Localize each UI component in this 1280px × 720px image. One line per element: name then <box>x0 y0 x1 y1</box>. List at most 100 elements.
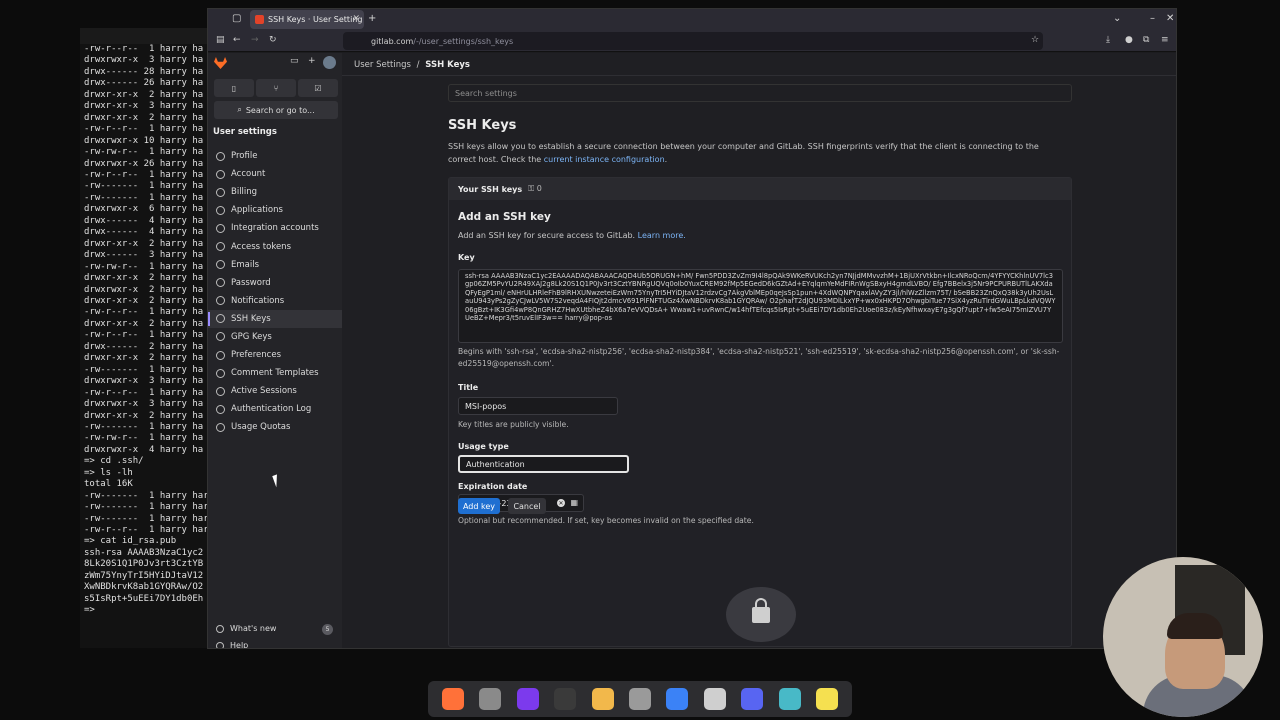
sidebar-item-profile[interactable]: Profile <box>208 147 342 165</box>
whats-new-link[interactable]: What's new <box>216 624 276 633</box>
terminal-line: -rw-rw-r-- 1 harry ha <box>84 433 204 444</box>
terminal-line: drwx------ 2 harry ha <box>84 341 204 352</box>
account-icon[interactable]: ● <box>1125 35 1133 45</box>
issues-shortcut-icon[interactable]: ▯ <box>214 79 254 97</box>
sidebar-item-icon <box>216 242 225 252</box>
back-icon[interactable]: ← <box>233 35 241 45</box>
terminal-line: drwxr-xr-x 2 harry ha <box>84 318 204 329</box>
terminal-line: -rw------- 1 harry har <box>84 490 209 501</box>
learn-more-link[interactable]: Learn more. <box>638 231 686 240</box>
folder-icon[interactable] <box>591 688 614 710</box>
search-go-to-button[interactable]: ⌕ Search or go to... <box>214 101 338 119</box>
sidebar-item-integration-accounts[interactable]: Integration accounts <box>208 219 342 237</box>
sidebar-item-authentication-log[interactable]: Authentication Log <box>208 400 342 418</box>
discord-icon[interactable] <box>741 688 764 710</box>
whats-new-label: What's new <box>230 624 277 633</box>
clear-date-icon[interactable]: ✕ <box>557 499 565 507</box>
sidebar-item-billing[interactable]: Billing <box>208 183 342 201</box>
sidebar-item-icon <box>216 314 225 324</box>
terminal-line: drwxr-xr-x 3 harry ha <box>84 101 204 112</box>
text-editor-icon[interactable] <box>816 688 839 710</box>
terminal-titlebar[interactable] <box>80 28 210 44</box>
close-tab-icon[interactable]: ✕ <box>352 14 360 24</box>
sidebar-item-label: Billing <box>231 187 258 198</box>
key-textarea[interactable]: ssh-rsa AAAAB3NzaC1yc2EAAAADAQABAAACAQD4… <box>458 269 1063 343</box>
sidebar-item-preferences[interactable]: Preferences <box>208 346 342 364</box>
terminal-line: drwxr-xr-x 2 harry ha <box>84 89 204 100</box>
instance-config-link[interactable]: current instance configuration <box>544 155 665 164</box>
breadcrumb-user-settings[interactable]: User Settings <box>354 60 411 70</box>
files-icon[interactable] <box>479 688 502 710</box>
sidebar-item-active-sessions[interactable]: Active Sessions <box>208 382 342 400</box>
new-tab-icon[interactable]: + <box>368 13 376 24</box>
sidebar-item-label: Emails <box>231 259 260 270</box>
editor-icon[interactable] <box>666 688 689 710</box>
terminal-window[interactable]: -rw-r--r-- 1 harry ha drwxrwxr-x 3 harry … <box>80 28 210 648</box>
sidebar-item-icon <box>216 404 225 414</box>
search-icon: ⌕ <box>237 105 242 114</box>
sidebar-item-access-tokens[interactable]: Access tokens <box>208 237 342 255</box>
breadcrumb-ssh-keys[interactable]: SSH Keys <box>425 60 470 70</box>
sidebar-item-ssh-keys[interactable]: SSH Keys <box>208 309 342 328</box>
sidebar-item-usage-quotas[interactable]: Usage Quotas <box>208 418 342 436</box>
sidebar-item-emails[interactable]: Emails <box>208 256 342 274</box>
sidebar-item-icon <box>216 205 225 215</box>
terminal-icon[interactable] <box>554 688 577 710</box>
todo-shortcut-icon[interactable]: ☑ <box>298 79 338 97</box>
sidebar-item-icon <box>216 422 225 432</box>
terminal-line: -rw------- 1 harry ha <box>84 364 204 375</box>
menu-icon[interactable]: ≡ <box>1161 35 1169 45</box>
terminal-line: XwNBDkrvK8ab1GYQRAw/O2 <box>84 582 204 593</box>
sidebar-item-icon <box>216 223 225 233</box>
forward-icon[interactable]: → <box>251 35 259 45</box>
url-host: gitlab.com <box>371 36 414 46</box>
key-label: Key <box>458 253 475 262</box>
usage-type-label: Usage type <box>458 442 509 451</box>
collapse-sidebar-icon[interactable]: ▭ <box>290 56 299 66</box>
user-avatar[interactable] <box>323 56 336 69</box>
app-grid-icon[interactable] <box>778 688 801 710</box>
sidebar-item-label: Account <box>231 169 266 180</box>
bookmark-star-icon[interactable]: ☆ <box>1031 35 1039 45</box>
tab-overflow-chevron-icon[interactable]: ⌄ <box>1113 13 1121 24</box>
usage-type-select[interactable]: Authentication <box>458 455 629 473</box>
tab-ssh-keys[interactable]: SSH Keys · User Setting ✕ <box>250 10 364 29</box>
create-new-icon[interactable]: + <box>308 56 316 66</box>
terminal-line: ssh-rsa AAAAB3NzaC1yc2 <box>84 547 204 558</box>
terminal-line: drwxr-xr-x 2 harry ha <box>84 273 204 284</box>
gitlab-logo-icon[interactable] <box>214 57 227 69</box>
terminal-line: drwxr-xr-x 2 harry ha <box>84 112 204 123</box>
sidebar-item-comment-templates[interactable]: Comment Templates <box>208 364 342 382</box>
close-window-icon[interactable]: ✕ <box>1166 13 1174 24</box>
downloads-icon[interactable]: ⤓ <box>1106 35 1110 45</box>
firefox-icon[interactable] <box>441 688 464 710</box>
address-bar[interactable]: gitlab.com/-/user_settings/ssh_keys <box>343 32 1043 50</box>
sidebar-toggle-icon[interactable]: ▤ <box>216 35 225 45</box>
add-key-button[interactable]: Add key <box>458 498 500 514</box>
minimize-icon[interactable]: – <box>1150 13 1155 24</box>
whats-new-badge: 5 <box>322 624 333 635</box>
help-link[interactable]: Help <box>216 641 248 648</box>
search-settings-input[interactable]: Search settings <box>448 84 1072 102</box>
reload-icon[interactable]: ↻ <box>269 35 277 45</box>
extensions-icon[interactable]: ⧉ <box>1143 35 1149 45</box>
settings-icon[interactable] <box>628 688 651 710</box>
description-text: SSH keys allow you to establish a secure… <box>448 142 1039 164</box>
key-icon: ⚿ <box>528 184 535 193</box>
cancel-button[interactable]: Cancel <box>508 498 546 514</box>
sidebar-item-account[interactable]: Account <box>208 165 342 183</box>
title-input[interactable]: MSI-popos <box>458 397 618 415</box>
browser-icon[interactable] <box>703 688 726 710</box>
terminal-line: zWm75YnyTrI5HYiDJtaV12 <box>84 570 204 581</box>
sidebar-item-applications[interactable]: Applications <box>208 201 342 219</box>
key-count-value: 0 <box>536 184 542 193</box>
sidebar-item-notifications[interactable]: Notifications <box>208 292 342 310</box>
sidebar-item-gpg-keys[interactable]: GPG Keys <box>208 328 342 346</box>
calendar-icon[interactable]: ▦ <box>570 498 578 507</box>
merge-requests-shortcut-icon[interactable]: ⑂ <box>256 79 296 97</box>
obsidian-icon[interactable] <box>516 688 539 710</box>
terminal-line: => cd .ssh/ <box>84 456 144 467</box>
tab-list-icon[interactable]: ▢ <box>232 13 241 24</box>
sidebar-item-password[interactable]: Password <box>208 274 342 292</box>
gitlab-favicon-icon <box>255 15 264 24</box>
